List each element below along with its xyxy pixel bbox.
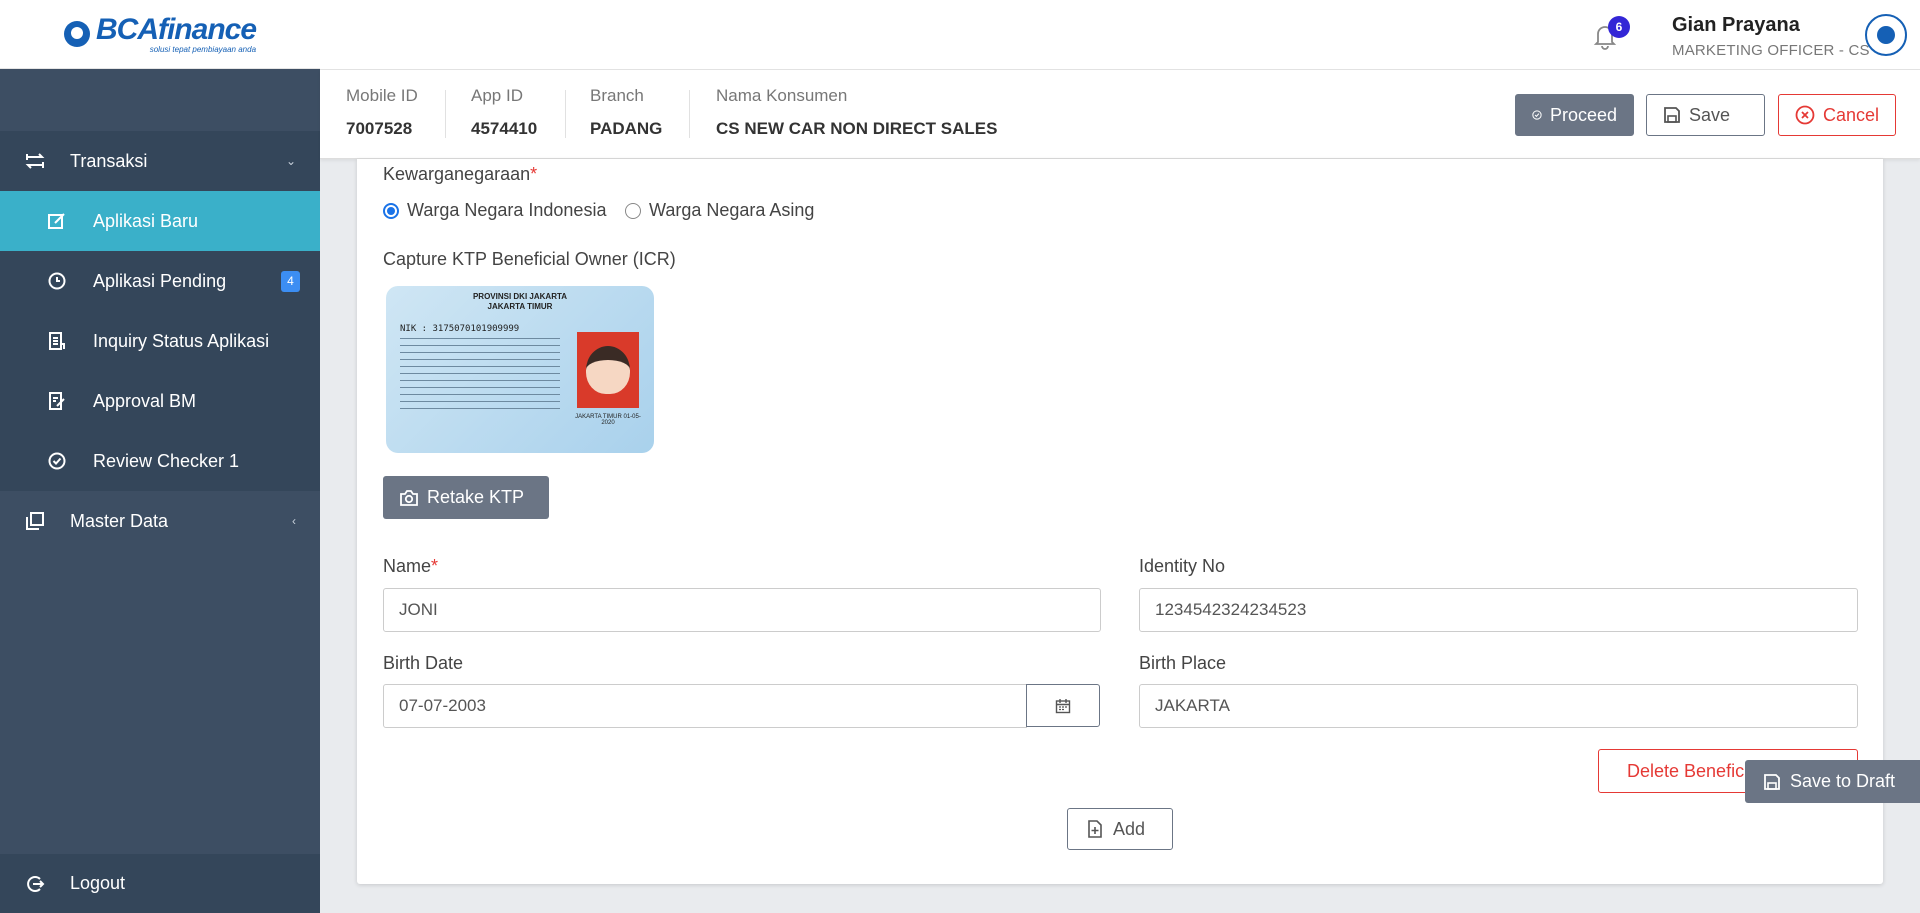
sidebar-item-label: Review Checker 1 — [93, 450, 240, 471]
app-id-block: App ID 4574410 — [471, 86, 537, 142]
kewarganegaraan-label: Kewarganegaraan* — [383, 164, 538, 184]
branch-label: Branch — [590, 86, 644, 105]
sidebar-group-transaksi[interactable]: Transaksi ⌄ — [0, 131, 320, 191]
identity-no-field[interactable]: 1234542324234523 — [1139, 588, 1858, 632]
sidebar-item-label: Aplikasi Baru — [93, 210, 199, 231]
delete-label: Delete Benefici — [1627, 760, 1749, 781]
logout-label: Logout — [70, 873, 126, 893]
notification-count-badge: 6 — [1608, 16, 1630, 38]
sidebar-item-approval-bm[interactable]: Approval BM — [0, 371, 320, 431]
sidebar-item-inquiry-status[interactable]: Inquiry Status Aplikasi — [0, 311, 320, 371]
radio-label: Warga Negara Asing — [649, 200, 815, 220]
brand-logo[interactable]: BCAfinance solusi tepat pembiayaan anda — [63, 12, 257, 54]
ktp-photo — [577, 332, 639, 408]
sidebar-item-review-checker[interactable]: Review Checker 1 — [0, 431, 320, 491]
avatar[interactable] — [1865, 14, 1907, 56]
app-id-value: 4574410 — [471, 119, 538, 138]
sidebar-group-label: Transaksi — [70, 150, 148, 171]
chevron-down-icon: ⌄ — [285, 154, 296, 168]
retake-label: Retake KTP — [427, 487, 525, 507]
beneficial-owner-form-card: Kewarganegaraan* Warga Negara Indonesia … — [357, 159, 1883, 884]
check-circle-icon — [1532, 110, 1542, 120]
calendar-button[interactable] — [1026, 684, 1100, 727]
close-circle-icon — [1795, 105, 1815, 125]
brand-tagline: solusi tepat pembiayaan anda — [149, 44, 257, 54]
ktp-nik: NIK : 3175070101909999 — [400, 324, 520, 334]
swap-arrows-icon — [24, 150, 46, 172]
cancel-label: Cancel — [1822, 104, 1879, 125]
bca-logo-icon — [63, 21, 90, 47]
ktp-province: PROVINSI DKI JAKARTA JAKARTA TIMUR — [472, 292, 568, 312]
add-button[interactable]: Add — [1067, 808, 1173, 850]
user-name: Gian Prayana — [1672, 14, 1800, 36]
radio-warga-negara-indonesia[interactable]: Warga Negara Indonesia — [383, 200, 606, 221]
mobile-id-label: Mobile ID — [346, 86, 418, 105]
ktp-issued: JAKARTA TIMUR 01-05-2020 — [575, 414, 641, 426]
save-button[interactable]: Save — [1646, 94, 1765, 136]
sidebar: BCAfinance solusi tepat pembiayaan anda … — [0, 0, 320, 913]
sidebar-item-label: Inquiry Status Aplikasi — [93, 330, 270, 351]
sidebar-group-label: Master Data — [70, 510, 169, 531]
radio-label: Warga Negara Indonesia — [407, 200, 607, 220]
ktp-image[interactable]: PROVINSI DKI JAKARTA JAKARTA TIMUR NIK :… — [386, 286, 654, 453]
name-field[interactable]: JONI — [383, 588, 1101, 632]
name-label: Name* — [383, 556, 439, 576]
save-to-draft-label: Save to Draft — [1790, 771, 1896, 791]
pending-count-badge: 4 — [281, 270, 300, 292]
document-list-icon — [47, 331, 67, 351]
save-to-draft-button[interactable]: Save to Draft — [1745, 760, 1920, 803]
branch-value: PADANG — [590, 119, 663, 138]
application-info-bar: Mobile ID 7007528 App ID 4574410 Branch … — [320, 70, 1920, 159]
proceed-button[interactable]: Proceed — [1515, 94, 1634, 136]
calendar-icon — [1055, 698, 1071, 713]
floppy-disk-icon — [1664, 107, 1680, 123]
radio-checked-icon — [383, 202, 399, 219]
top-header: 6 Gian Prayana MARKETING OFFICER - CS — [320, 0, 1920, 70]
logout-button[interactable]: Logout — [0, 854, 320, 913]
mobile-id-block: Mobile ID 7007528 — [346, 86, 418, 142]
nama-konsumen-label: Nama Konsumen — [716, 86, 848, 105]
radio-warga-negara-asing[interactable]: Warga Negara Asing — [625, 200, 814, 221]
chevron-left-icon: ‹ — [292, 514, 296, 528]
sidebar-item-label: Approval BM — [93, 390, 197, 411]
add-label: Add — [1113, 818, 1146, 839]
logo-area: BCAfinance solusi tepat pembiayaan anda — [0, 0, 320, 69]
document-edit-icon — [47, 391, 67, 411]
sidebar-item-aplikasi-baru[interactable]: Aplikasi Baru — [0, 191, 320, 251]
brand-name: BCAfinance — [95, 12, 257, 46]
clock-icon — [47, 271, 67, 291]
birth-place-label: Birth Place — [1139, 653, 1227, 673]
sidebar-item-label: Aplikasi Pending — [93, 270, 227, 291]
app-id-label: App ID — [471, 86, 523, 105]
nama-konsumen-block: Nama Konsumen CS NEW CAR NON DIRECT SALE… — [716, 86, 997, 142]
birth-place-field[interactable]: JAKARTA — [1139, 684, 1858, 728]
retake-ktp-button[interactable]: Retake KTP — [383, 476, 549, 519]
birth-date-field[interactable]: 07-07-2003 — [383, 684, 1027, 728]
branch-block: Branch PADANG — [590, 86, 662, 142]
nama-konsumen-value: CS NEW CAR NON DIRECT SALES — [716, 119, 998, 138]
floppy-disk-icon — [1764, 773, 1780, 790]
save-label: Save — [1689, 104, 1731, 125]
capture-ktp-label: Capture KTP Beneficial Owner (ICR) — [383, 249, 676, 269]
user-role: MARKETING OFFICER - CS — [1672, 42, 1870, 59]
radio-unchecked-icon — [625, 202, 641, 219]
add-document-icon — [1088, 820, 1102, 838]
proceed-label: Proceed — [1549, 104, 1617, 125]
copy-icon — [24, 510, 46, 532]
identity-no-label: Identity No — [1139, 556, 1226, 576]
sidebar-item-aplikasi-pending[interactable]: Aplikasi Pending 4 — [0, 251, 320, 311]
edit-box-icon — [47, 211, 67, 231]
check-circle-icon — [47, 451, 67, 471]
cancel-button[interactable]: Cancel — [1778, 94, 1896, 136]
sidebar-group-master-data[interactable]: Master Data ‹ — [0, 491, 320, 551]
mobile-id-value: 7007528 — [346, 119, 413, 138]
birth-date-label: Birth Date — [383, 653, 464, 673]
logout-icon — [24, 873, 46, 895]
camera-icon — [400, 489, 418, 506]
